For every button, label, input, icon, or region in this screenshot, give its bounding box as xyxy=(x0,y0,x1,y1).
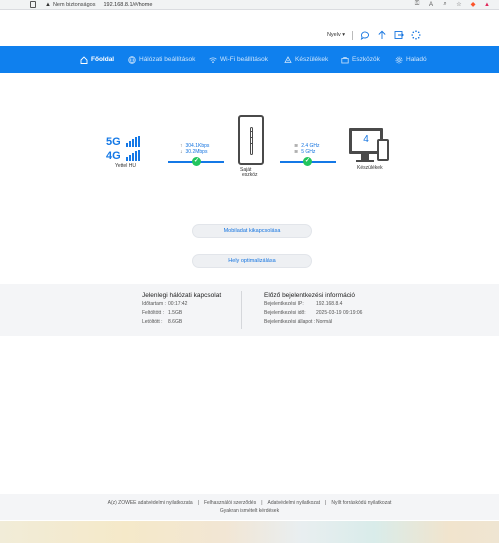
current-connection-title: Jelenlegi hálózati kapcsolat xyxy=(142,292,222,299)
update-arrow-icon[interactable] xyxy=(377,30,387,40)
connected-check-icon: ✓ xyxy=(303,157,312,166)
uploaded-row: Feltöltött : 1.5GB xyxy=(142,310,237,316)
security-label[interactable]: Nem biztonságos xyxy=(53,2,96,8)
gear-icon xyxy=(395,56,403,63)
optimize-location-button[interactable]: Hely optimalizálása xyxy=(192,254,312,268)
signal-bars-icon xyxy=(126,136,140,147)
device-label-2: eszköz xyxy=(242,172,258,178)
brave-shield-icon[interactable]: ◆ xyxy=(469,1,477,8)
star-icon[interactable]: ☆ xyxy=(455,1,463,8)
login-time-row: Bejelentkezési idő: 2025-03-19 09:19:06 xyxy=(264,310,374,316)
login-time-value: 2025-03-19 09:19:06 xyxy=(316,310,363,316)
speed-readout: ↑ 304.1Kbps ↓ 30.2Mbps xyxy=(180,143,209,155)
loading-spinner-icon[interactable] xyxy=(411,30,421,40)
uploaded-value: 1.5GB xyxy=(168,310,183,316)
chat-icon[interactable] xyxy=(360,30,370,41)
nav-item-advanced[interactable]: Haladó xyxy=(395,46,427,73)
clients-label[interactable]: Készülékek xyxy=(357,165,383,171)
logout-icon[interactable] xyxy=(394,30,404,40)
nav-item-network-settings[interactable]: Hálózati beállítások xyxy=(128,46,195,73)
separator: | xyxy=(261,500,263,506)
nav-label: Főoldal xyxy=(91,56,115,63)
nav-label: Haladó xyxy=(406,56,427,63)
login-ip-row: Bejelentkezési IP: 192.168.8.4 xyxy=(264,301,374,307)
duration-label: Időtartam : xyxy=(142,301,166,307)
address-bar[interactable]: 192.168.8.1/#/home xyxy=(103,2,152,8)
download-speed: 30.2Mbps xyxy=(185,149,208,155)
main-nav: Főoldal Hálózati beállítások Wi-Fi beáll… xyxy=(0,46,499,73)
info-panel: Jelenlegi hálózati kapcsolat Időtartam :… xyxy=(0,284,499,336)
utility-bar: Nyelv ▾ xyxy=(327,30,421,41)
browser-toolbar: ▲ Nem biztonságos 192.168.8.1/#/home ⚿ A… xyxy=(0,0,499,10)
login-ip-value: 192.168.8.4 xyxy=(316,301,343,307)
connected-check-icon: ✓ xyxy=(192,157,201,166)
language-label: Nyelv xyxy=(326,32,341,38)
home-icon xyxy=(80,55,88,64)
divider xyxy=(241,291,242,329)
nav-label: Eszközök xyxy=(352,56,380,63)
network-topology: 5G 4G Yettel HU ↑ 304.1Kbps ↓ 30.2Mbps ✓ S… xyxy=(0,110,499,200)
router-icon xyxy=(238,115,264,165)
login-status-row: Bejelentkezési állapot : Normál xyxy=(264,319,374,325)
wifi-icon: ≋ xyxy=(294,149,299,155)
duration-value: 00:17:42 xyxy=(168,301,188,307)
duration-row: Időtartam : 00:17:42 xyxy=(142,301,237,307)
nav-label: Hálózati beállítások xyxy=(139,56,196,63)
login-status-value: Normál xyxy=(316,319,333,325)
clients-count: 4 xyxy=(363,134,369,145)
zoom-icon[interactable]: ⌕ xyxy=(441,1,449,8)
nav-item-wifi-settings[interactable]: Wi-Fi beállítások xyxy=(209,46,268,73)
monitor-base xyxy=(356,160,374,162)
login-time-label: Bejelentkezési idő: xyxy=(264,310,306,316)
key-icon[interactable]: ⚿ xyxy=(413,1,421,8)
download-arrow-icon: ↓ xyxy=(180,149,183,155)
downloaded-label: Letöltött : xyxy=(142,319,163,325)
devices-icon xyxy=(284,55,292,63)
warning-icon[interactable]: ▲ xyxy=(45,2,51,8)
previous-login-title: Előző bejelentkezési információ xyxy=(264,292,356,299)
separator: | xyxy=(325,500,327,506)
band-5: 5 GHz xyxy=(301,149,316,155)
signal-bars-icon xyxy=(126,150,140,161)
separator: | xyxy=(197,500,199,506)
nav-label: Készülékek xyxy=(295,56,329,63)
nav-item-home[interactable]: Főoldal xyxy=(80,46,114,73)
footer-link-zowee-privacy[interactable]: A(z) ZOWEE adatvédelmi nyilatkozata xyxy=(108,500,193,506)
login-ip-label: Bejelentkezési IP: xyxy=(264,301,304,307)
footer-link-faq[interactable]: Gyakran ismételt kérdések xyxy=(0,508,499,514)
desktop-wallpaper xyxy=(0,521,499,543)
nav-label: Wi-Fi beállítások xyxy=(220,56,269,63)
divider xyxy=(352,30,353,40)
footer-links: A(z) ZOWEE adatvédelmi nyilatkozata | Felh… xyxy=(0,500,499,506)
footer-link-user-agreement[interactable]: Felhasználói szerződés xyxy=(204,500,256,506)
mobile-data-off-button[interactable]: Mobiladat kikapcsolása xyxy=(192,224,312,238)
globe-icon xyxy=(128,55,136,64)
network-gen-bottom: 4G xyxy=(106,150,121,162)
network-gen-top: 5G xyxy=(106,136,121,148)
nav-item-devices[interactable]: Készülékek xyxy=(284,46,328,73)
translate-icon[interactable]: A xyxy=(427,2,435,8)
phone-icon xyxy=(377,139,389,161)
uploaded-label: Feltöltött : xyxy=(142,310,164,316)
wifi-bands: ≋ 2.4 GHz ≋ 5 GHz xyxy=(294,143,320,155)
language-select[interactable]: Nyelv ▾ xyxy=(327,32,345,38)
footer-link-open-source[interactable]: Nyílt forráskódú nyilatkozat xyxy=(331,500,391,506)
login-status-label: Bejelentkezési állapot : xyxy=(264,319,316,325)
footer: A(z) ZOWEE adatvédelmi nyilatkozata | Felh… xyxy=(0,494,499,520)
nav-item-tools[interactable]: Eszközök xyxy=(341,46,380,73)
toolbox-icon xyxy=(341,56,349,63)
downloaded-row: Letöltött : 8.6GB xyxy=(142,319,237,325)
downloaded-value: 8.6GB xyxy=(168,319,183,325)
bookmark-icon[interactable] xyxy=(30,1,36,8)
rewards-icon[interactable]: ▲ xyxy=(483,2,491,8)
footer-link-privacy[interactable]: Adatvédelmi nyilatkozat xyxy=(268,500,321,506)
operator-name: Yettel HU xyxy=(115,163,136,169)
wifi-icon xyxy=(209,57,217,63)
